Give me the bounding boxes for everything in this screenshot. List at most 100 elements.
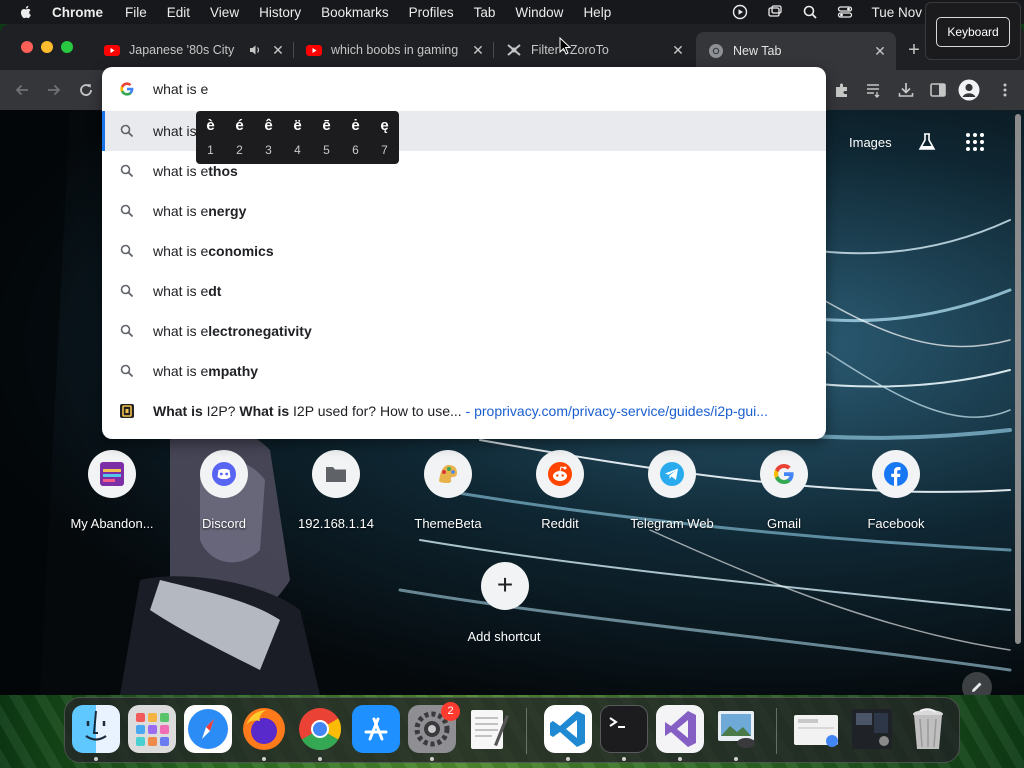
tab-close-icon[interactable]: ✕ [670,42,686,58]
accent-option[interactable]: è1 [196,111,225,164]
tab-title: which boobs in gaming [331,43,459,57]
tab-which-boobs[interactable]: which boobs in gaming ✕ [294,34,494,66]
reading-list-icon[interactable] [865,81,883,99]
shortcut-icon-circle [872,450,920,498]
side-panel-icon[interactable] [929,81,947,99]
menu-clock[interactable]: Tue Nov [871,5,922,20]
accent-number: 5 [323,143,330,157]
shortcut-facebook[interactable]: Facebook [840,450,952,540]
menu-window[interactable]: Window [515,5,563,20]
dock-chrome-icon[interactable] [296,705,344,753]
suggestion-item[interactable]: what is energy [102,191,826,231]
suggestion-item[interactable]: what is empathy [102,351,826,391]
dock-safari-icon[interactable] [184,705,232,753]
google-apps-grid-icon[interactable] [965,132,985,152]
shortcut-gmail[interactable]: Gmail [728,450,840,540]
window-zoom-button[interactable] [61,41,73,53]
suggestion-typed: what is [153,123,197,139]
accent-char: ė [351,117,360,134]
tab-close-icon[interactable]: ✕ [872,43,888,59]
shortcut-label: ThemeBeta [414,516,482,531]
play-circle-icon[interactable] [732,4,748,20]
menu-edit[interactable]: Edit [167,5,190,20]
menu-tab[interactable]: Tab [474,5,496,20]
keyboard-button[interactable]: Keyboard [936,17,1010,47]
history-suggestion-item[interactable]: What is I2P? What is I2P used for? How t… [102,391,826,431]
suggestion-text: what is empathy [153,363,258,379]
menu-file[interactable]: File [125,5,147,20]
dock-launchpad-icon[interactable] [128,705,176,753]
screen-mirroring-icon[interactable] [767,4,783,20]
dock-screenshots-stack-icon[interactable] [848,705,896,753]
speaker-icon[interactable] [248,43,262,57]
dock-preview-icon[interactable] [712,705,760,753]
shortcut-reddit[interactable]: Reddit [504,450,616,540]
history-text: I2P used for? How to use... [289,403,462,419]
shortcut-telegram-web[interactable]: Telegram Web [616,450,728,540]
dock-terminal-icon[interactable] [600,705,648,753]
add-shortcut-button[interactable]: + Add shortcut [448,562,560,652]
accent-option[interactable]: ê3 [254,111,283,164]
tab-title: Japanese '80s City [129,43,235,57]
scrollbar-thumb[interactable] [1015,114,1021,644]
menu-app-name[interactable]: Chrome [52,5,103,20]
tab-new-tab[interactable]: New Tab ✕ [696,32,896,70]
history-url: - proprivacy.com/privacy-service/guides/… [461,403,768,419]
accent-option[interactable]: ë4 [283,111,312,164]
shortcut-192-168-1-14[interactable]: 192.168.1.14 [280,450,392,540]
dock-textedit-icon[interactable] [464,705,512,753]
images-link[interactable]: Images [849,135,892,150]
accent-option[interactable]: é2 [225,111,254,164]
spotlight-search-icon[interactable] [802,4,818,20]
tab-japanese-city[interactable]: Japanese '80s City ✕ [92,34,294,66]
add-shortcut-label: Add shortcut [467,629,541,644]
menu-bar: Chrome File Edit View History Bookmarks … [0,0,1024,24]
dock-visual-studio-icon[interactable] [656,705,704,753]
chrome-menu-icon[interactable] [996,81,1014,99]
suggestion-item[interactable]: what is edt [102,271,826,311]
new-tab-button[interactable]: + [903,40,925,62]
shortcut-label: My Abandon... [70,516,154,531]
window-close-button[interactable] [21,41,33,53]
menu-profiles[interactable]: Profiles [409,5,454,20]
suggestion-text: what is energy [153,203,246,219]
forward-arrow-icon[interactable] [45,81,63,99]
tab-zoroto[interactable]: Filter - ZoroTo ✕ [494,34,694,66]
back-arrow-icon[interactable] [13,81,31,99]
dock-trash-icon[interactable] [904,705,952,753]
apple-menu-icon[interactable] [18,4,34,20]
customize-chrome-button[interactable] [962,672,992,695]
page-scrollbar[interactable] [1012,110,1024,695]
omnibox-input[interactable] [153,79,793,99]
profile-avatar-icon[interactable] [958,79,980,101]
app-store-a-icon [364,717,388,741]
dock-finder-icon[interactable] [72,705,120,753]
dock-vscode-icon[interactable] [544,705,592,753]
dock-firefox-icon[interactable] [240,705,288,753]
menu-help[interactable]: Help [583,5,611,20]
dock-downloads-stack-icon[interactable] [792,705,840,753]
accent-option[interactable]: ė6 [341,111,370,164]
search-labs-flask-icon[interactable] [917,132,937,152]
shortcut-my-abandonware[interactable]: My Abandon... [56,450,168,540]
reload-icon[interactable] [77,81,95,99]
menu-bookmarks[interactable]: Bookmarks [321,5,389,20]
suggestion-item[interactable]: what is economics [102,231,826,271]
suggestion-item[interactable]: what is electronegativity [102,311,826,351]
shortcut-themebeta[interactable]: ThemeBeta [392,450,504,540]
dock-system-settings-icon[interactable]: 2 [408,702,460,753]
control-center-icon[interactable] [837,4,853,20]
tab-close-icon[interactable]: ✕ [270,42,286,58]
dock-app-store-icon[interactable] [352,705,400,753]
window-minimize-button[interactable] [41,41,53,53]
download-icon[interactable] [897,81,915,99]
tab-close-icon[interactable]: ✕ [470,42,486,58]
shortcut-discord[interactable]: Discord [168,450,280,540]
menu-view[interactable]: View [210,5,239,20]
accent-option[interactable]: ę7 [370,111,399,164]
extensions-puzzle-icon[interactable] [833,81,851,99]
menu-history[interactable]: History [259,5,301,20]
dock-separator [526,708,527,754]
shortcut-label: 192.168.1.14 [298,516,374,531]
accent-option[interactable]: ē5 [312,111,341,164]
